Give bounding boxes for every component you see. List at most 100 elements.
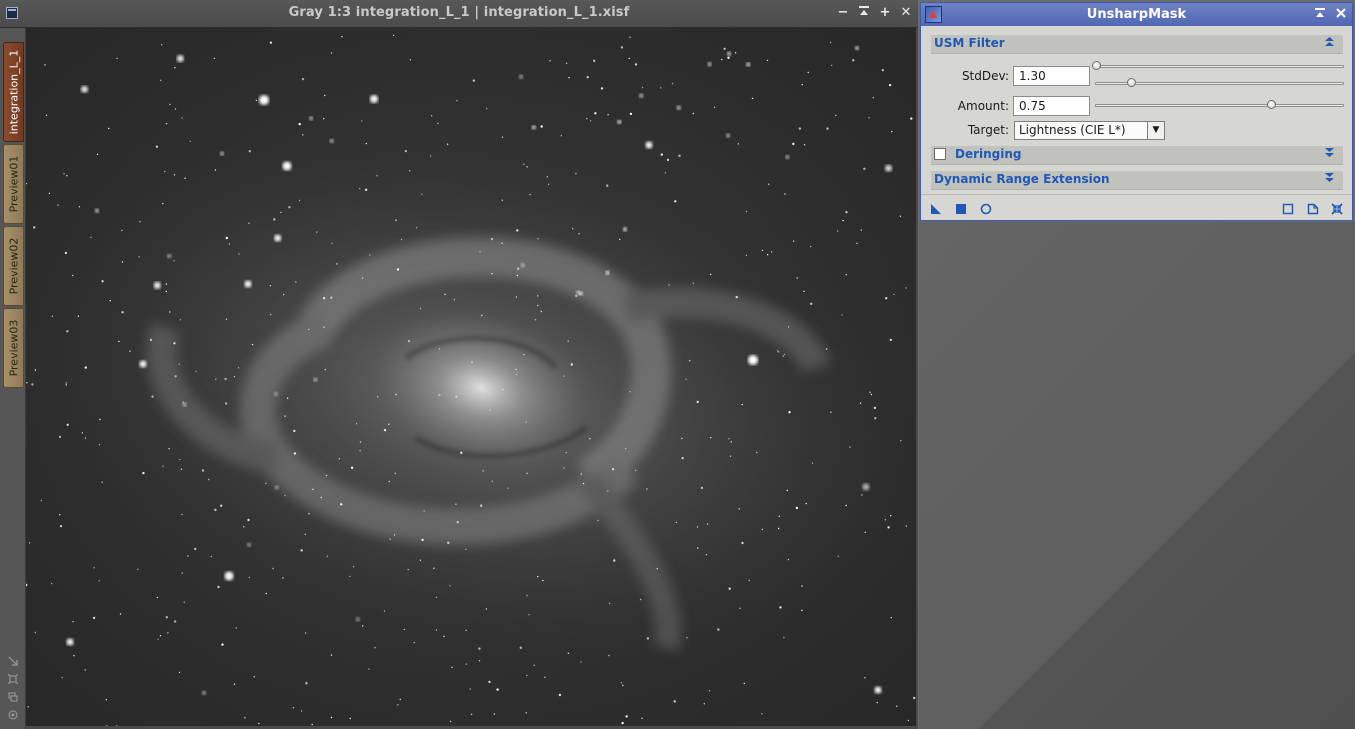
star xyxy=(835,114,837,117)
star xyxy=(167,632,169,634)
star xyxy=(607,490,609,492)
star xyxy=(329,138,334,143)
star xyxy=(181,513,183,516)
star xyxy=(224,402,228,405)
star xyxy=(311,723,313,726)
documentation-icon[interactable] xyxy=(1307,200,1321,215)
amount-slider[interactable] xyxy=(1095,100,1344,109)
star xyxy=(40,499,43,502)
star xyxy=(93,567,95,569)
workspace-decoration xyxy=(919,222,1355,729)
image-window-titlebar[interactable]: Gray 1:3 integration_L_1 | integration_L… xyxy=(0,0,918,28)
minimize-button[interactable]: − xyxy=(835,5,851,21)
dialog-titlebar[interactable]: UnsharpMask xyxy=(921,3,1352,26)
star xyxy=(66,330,69,333)
star xyxy=(537,295,539,297)
star xyxy=(182,402,187,407)
preview-icon[interactable] xyxy=(1282,200,1296,215)
star xyxy=(491,273,493,275)
star xyxy=(565,451,567,454)
star xyxy=(568,77,570,79)
expand-down-icon[interactable] xyxy=(1324,147,1335,161)
reset-icon[interactable] xyxy=(1331,200,1345,215)
star xyxy=(96,153,99,156)
stf-icon[interactable] xyxy=(7,710,19,722)
star xyxy=(409,59,412,61)
dialog-close-button[interactable] xyxy=(1334,7,1348,21)
dre-section-header[interactable]: Dynamic Range Extension xyxy=(931,171,1343,190)
star xyxy=(181,572,183,574)
star xyxy=(700,486,704,490)
tab-preview02[interactable]: Preview02 xyxy=(3,226,24,306)
star xyxy=(26,382,28,384)
stddev-input[interactable]: 1.30 xyxy=(1013,66,1090,86)
star xyxy=(157,638,159,640)
star xyxy=(308,513,310,515)
star xyxy=(465,663,468,665)
star xyxy=(165,290,167,293)
star xyxy=(81,432,84,434)
deringing-section-header[interactable]: Deringing xyxy=(931,146,1343,165)
star xyxy=(34,631,36,634)
tab-preview01[interactable]: Preview01 xyxy=(3,144,24,224)
star xyxy=(362,625,364,627)
expand-down-icon[interactable] xyxy=(1324,172,1335,186)
stddev-fine-slider[interactable] xyxy=(1095,78,1344,87)
star xyxy=(567,652,570,654)
star xyxy=(607,114,609,116)
shade-button[interactable] xyxy=(856,5,872,21)
star xyxy=(900,439,902,442)
target-select[interactable]: Lightness (CIE L*) ▼ xyxy=(1014,121,1165,140)
star xyxy=(309,116,314,121)
star xyxy=(273,218,276,221)
star xyxy=(214,508,217,512)
close-button[interactable]: ✕ xyxy=(898,5,914,21)
collapse-up-icon[interactable] xyxy=(1324,36,1335,50)
new-instance-icon[interactable] xyxy=(930,200,944,214)
star xyxy=(330,52,333,54)
star xyxy=(713,106,716,109)
star xyxy=(710,273,712,276)
fit-view-icon[interactable] xyxy=(7,656,19,668)
slider-handle[interactable] xyxy=(1092,61,1101,70)
apply-icon[interactable] xyxy=(980,200,994,215)
chevron-down-icon[interactable]: ▼ xyxy=(1147,122,1164,139)
star xyxy=(265,482,267,485)
star xyxy=(656,568,658,570)
image-viewport[interactable] xyxy=(26,28,916,726)
star xyxy=(868,117,870,119)
star xyxy=(546,176,548,178)
star xyxy=(179,458,181,461)
unsharpmask-dialog: UnsharpMask USM Filter StdDev: 1.30 Amou… xyxy=(920,2,1353,221)
star xyxy=(575,173,577,175)
star xyxy=(221,643,224,646)
stddev-coarse-slider[interactable] xyxy=(1092,61,1344,70)
star xyxy=(826,348,828,350)
clone-view-icon[interactable] xyxy=(7,692,19,704)
star xyxy=(180,468,182,470)
star xyxy=(884,519,886,521)
star xyxy=(151,395,154,398)
slider-handle[interactable] xyxy=(1267,100,1277,109)
zoom-to-fit-icon[interactable] xyxy=(7,673,19,686)
apply-global-icon[interactable] xyxy=(955,200,969,214)
amount-input[interactable]: 0.75 xyxy=(1013,96,1090,116)
star xyxy=(888,83,892,87)
slider-handle[interactable] xyxy=(1126,78,1136,87)
star xyxy=(269,285,272,287)
tab-preview03[interactable]: Preview03 xyxy=(3,308,24,388)
deringing-checkbox[interactable] xyxy=(934,148,946,160)
maximize-button[interactable]: + xyxy=(877,5,893,21)
tab-integration-l-1[interactable]: integration_L_1 xyxy=(3,42,24,142)
star xyxy=(320,496,322,499)
stddev-label: StdDev: xyxy=(961,69,1009,83)
star xyxy=(403,628,405,631)
target-label: Target: xyxy=(967,123,1009,137)
usm-filter-section-header[interactable]: USM Filter xyxy=(931,35,1343,54)
star xyxy=(272,567,274,570)
star xyxy=(101,481,103,483)
shade-button[interactable] xyxy=(1313,7,1327,21)
star xyxy=(323,117,325,120)
star xyxy=(837,555,839,557)
star xyxy=(578,291,583,296)
